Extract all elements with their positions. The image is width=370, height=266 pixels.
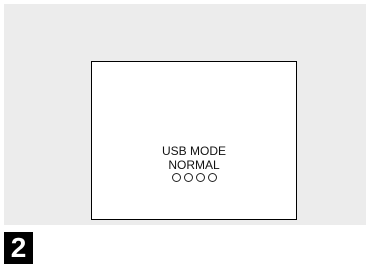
status-dot bbox=[195, 173, 205, 182]
status-dot bbox=[171, 173, 181, 182]
status-dot bbox=[183, 173, 193, 182]
status-dot bbox=[207, 173, 217, 182]
screen-message: USB MODE NORMAL bbox=[92, 144, 296, 182]
illustration-panel: USB MODE NORMAL bbox=[4, 4, 366, 225]
step-number-badge: 2 bbox=[4, 232, 33, 264]
normal-mode-label: NORMAL bbox=[168, 158, 220, 172]
lcd-screen: USB MODE NORMAL bbox=[91, 61, 297, 220]
status-indicator-dots bbox=[92, 173, 296, 182]
usb-mode-label: USB MODE bbox=[161, 144, 226, 158]
